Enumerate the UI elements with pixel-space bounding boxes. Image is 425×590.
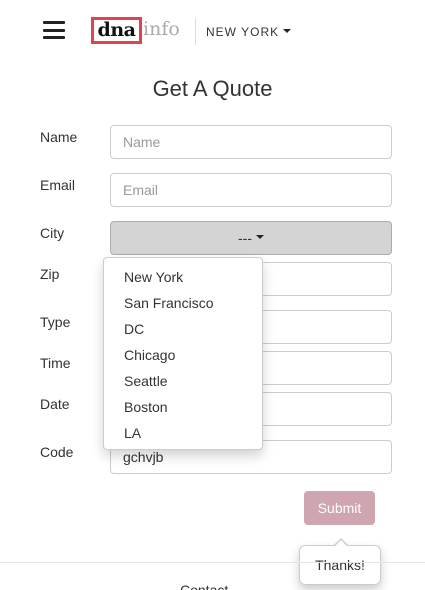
footer-divider: [0, 562, 425, 563]
header-divider: [195, 18, 196, 45]
date-label: Date: [40, 396, 70, 412]
name-label: Name: [40, 129, 78, 145]
city-dropdown-button[interactable]: ---: [110, 221, 392, 255]
city-selector-label: NEW YORK: [206, 25, 280, 39]
city-option-boston[interactable]: Boston: [104, 394, 262, 420]
name-input[interactable]: [110, 125, 392, 159]
time-label: Time: [40, 355, 71, 371]
city-dropdown-value: ---: [238, 230, 252, 246]
caret-down-icon: [256, 235, 264, 240]
city-selector[interactable]: NEW YORK: [206, 25, 292, 39]
city-dropdown-menu: New York San Francisco DC Chicago Seattl…: [103, 257, 263, 450]
page-title: Get A Quote: [152, 76, 273, 101]
email-label: Email: [40, 177, 76, 193]
email-input[interactable]: [110, 173, 392, 207]
site-header: dna info NEW YORK: [0, 0, 425, 62]
city-option-dc[interactable]: DC: [104, 316, 262, 342]
caret-down-icon: [283, 28, 292, 33]
city-option-chicago[interactable]: Chicago: [104, 342, 262, 368]
city-option-new-york[interactable]: New York: [104, 264, 262, 290]
logo-info: info: [143, 18, 180, 40]
logo-dna: dna: [91, 17, 142, 44]
city-option-la[interactable]: LA: [104, 420, 262, 446]
footer-contact-link[interactable]: Contact: [180, 580, 240, 590]
submit-button[interactable]: Submit: [304, 491, 375, 525]
type-label: Type: [40, 314, 71, 330]
city-label: City: [40, 225, 65, 241]
popover-arrow-inner: [334, 540, 348, 547]
code-label: Code: [40, 444, 74, 460]
city-option-san-francisco[interactable]: San Francisco: [104, 290, 262, 316]
menu-icon[interactable]: [43, 21, 65, 39]
thanks-popover: Thanks!: [299, 545, 381, 585]
city-option-seattle[interactable]: Seattle: [104, 368, 262, 394]
zip-label: Zip: [40, 266, 60, 282]
